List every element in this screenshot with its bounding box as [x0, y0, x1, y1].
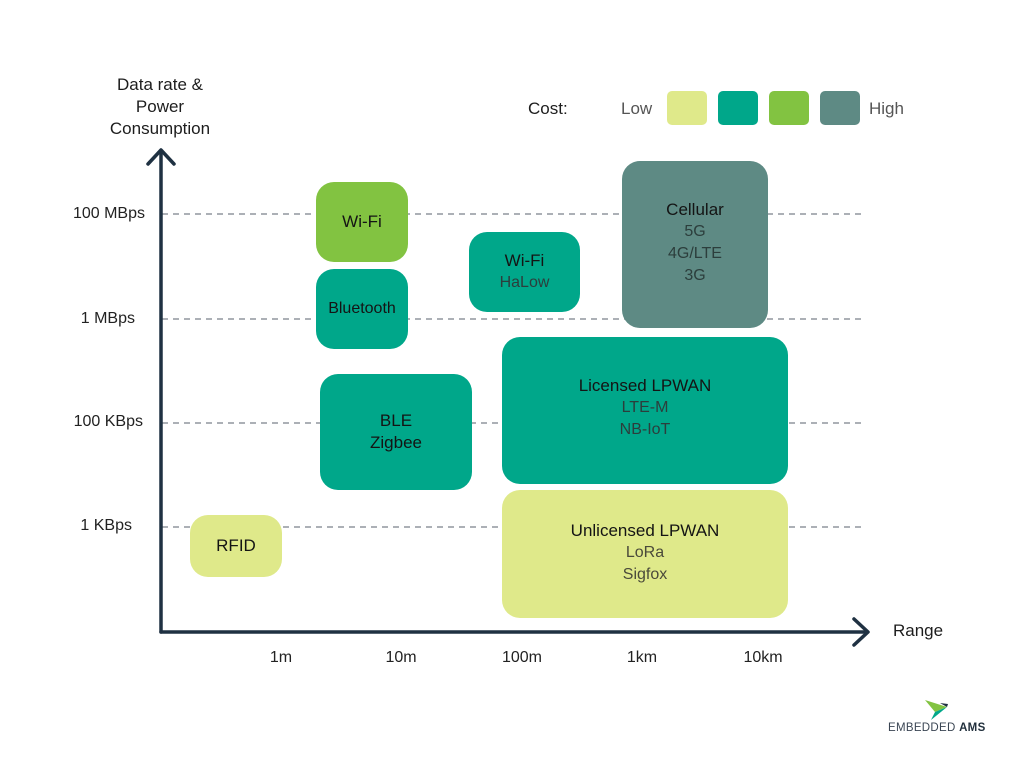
- x-tick-label: 1km: [626, 649, 658, 666]
- tech-variant: LoRa: [625, 544, 665, 561]
- tech-variant: HaLow: [499, 274, 550, 291]
- y-tick-label: 100 KBps: [73, 413, 143, 430]
- y-axis-label-line: Power: [135, 97, 185, 116]
- tech-box-wifi: Wi-Fi: [316, 182, 408, 262]
- legend-swatch-low: [667, 91, 707, 125]
- tech-name: BLE: [379, 411, 413, 430]
- y-axis-label-line: Data rate &: [117, 75, 203, 94]
- tech-box-licensed-lpwan: Licensed LPWAN LTE-M NB-IoT: [502, 337, 788, 484]
- tech-name: Cellular: [666, 200, 724, 219]
- x-tick-label: 100m: [501, 649, 543, 666]
- legend-swatch-high: [820, 91, 860, 125]
- y-tick-label: 1 MBps: [80, 310, 135, 327]
- tech-variant: 4G/LTE: [668, 245, 722, 262]
- tech-name: Licensed LPWAN: [578, 376, 712, 395]
- y-axis-label-line: Consumption: [109, 119, 211, 138]
- tech-name: RFID: [216, 536, 256, 555]
- tech-box-ble-zigbee: BLE Zigbee: [320, 374, 472, 490]
- y-tick-label: 100 MBps: [72, 205, 145, 222]
- tech-variant: 3G: [684, 267, 706, 284]
- tech-name: Wi-Fi: [504, 251, 545, 270]
- brand-name-light: EMBEDDED: [888, 722, 956, 734]
- tech-name: Wi-Fi: [342, 212, 382, 231]
- tech-variant: Sigfox: [622, 566, 668, 583]
- y-axis-label: Data rate & Power Consumption: [90, 74, 230, 140]
- tech-variant: NB-IoT: [619, 421, 671, 438]
- legend-swatch-medium-low: [718, 91, 758, 125]
- tech-box-bluetooth: Bluetooth: [316, 269, 408, 349]
- tech-box-rfid: RFID: [190, 515, 282, 577]
- x-tick-label: 10km: [743, 649, 783, 666]
- tech-box-unlicensed-lpwan: Unlicensed LPWAN LoRa Sigfox: [502, 490, 788, 618]
- tech-name: Unlicensed LPWAN: [570, 521, 720, 540]
- y-tick-label: 1 KBps: [80, 517, 132, 534]
- tech-box-wifi-halow: Wi-Fi HaLow: [469, 232, 580, 312]
- brand-logo: EMBEDDED AMS: [888, 722, 986, 734]
- x-tick-label: 1m: [269, 649, 293, 666]
- tech-box-cellular: Cellular 5G 4G/LTE 3G: [622, 161, 768, 328]
- tech-variant: LTE-M: [621, 399, 669, 416]
- x-axis-label: Range: [893, 621, 944, 640]
- legend-high-label: High: [869, 99, 904, 118]
- tech-name: Bluetooth: [328, 300, 396, 317]
- legend-title: Cost:: [528, 99, 568, 118]
- brand-name-bold: AMS: [959, 722, 986, 734]
- x-tick-label: 10m: [385, 649, 417, 666]
- tech-name: Zigbee: [370, 433, 422, 452]
- tech-variant: 5G: [684, 223, 706, 240]
- legend-low-label: Low: [621, 99, 653, 118]
- legend-swatch-medium-high: [769, 91, 809, 125]
